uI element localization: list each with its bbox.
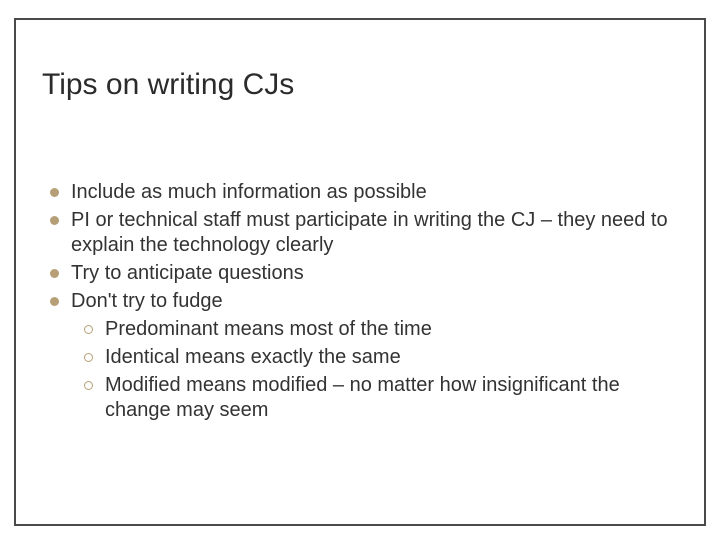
sub-list-item: Predominant means most of the time (84, 317, 674, 342)
list-item: Try to anticipate questions (50, 261, 674, 286)
hollow-bullet-icon (84, 325, 93, 334)
sub-list-item-text: Predominant means most of the time (105, 317, 674, 342)
sub-list: Predominant means most of the time Ident… (84, 317, 674, 423)
list-item-text: Don't try to fudge (71, 289, 674, 314)
sub-list-item: Identical means exactly the same (84, 345, 674, 370)
bullet-icon (50, 269, 59, 278)
sub-list-item-text: Identical means exactly the same (105, 345, 674, 370)
list-item: Don't try to fudge (50, 289, 674, 314)
hollow-bullet-icon (84, 381, 93, 390)
slide-frame: Tips on writing CJs Include as much info… (14, 18, 706, 526)
slide-content: Include as much information as possible … (50, 180, 674, 426)
bullet-icon (50, 297, 59, 306)
sub-list-item: Modified means modified – no matter how … (84, 373, 674, 423)
list-item: PI or technical staff must participate i… (50, 208, 674, 258)
list-item-text: Try to anticipate questions (71, 261, 674, 286)
slide: Tips on writing CJs Include as much info… (0, 0, 720, 540)
list-item-text: Include as much information as possible (71, 180, 674, 205)
hollow-bullet-icon (84, 353, 93, 362)
slide-title: Tips on writing CJs (16, 20, 704, 102)
sub-list-item-text: Modified means modified – no matter how … (105, 373, 674, 423)
bullet-icon (50, 188, 59, 197)
list-item-text: PI or technical staff must participate i… (71, 208, 674, 258)
list-item: Include as much information as possible (50, 180, 674, 205)
bullet-icon (50, 216, 59, 225)
